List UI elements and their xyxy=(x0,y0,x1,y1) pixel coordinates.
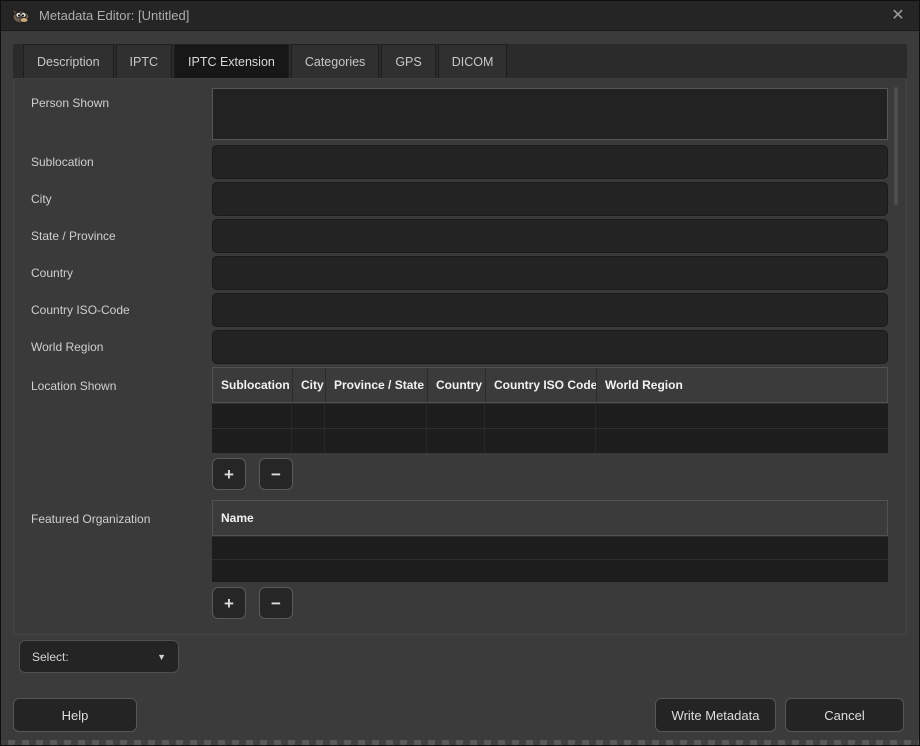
col-city[interactable]: City xyxy=(293,368,326,402)
tab-iptc-extension[interactable]: IPTC Extension xyxy=(174,44,289,78)
person-shown-label: Person Shown xyxy=(14,88,212,140)
state-province-label: State / Province xyxy=(14,219,212,253)
tab-iptc[interactable]: IPTC xyxy=(116,44,172,78)
tab-categories[interactable]: Categories xyxy=(291,44,379,78)
sublocation-row: Sublocation xyxy=(14,145,906,179)
tab-dicom[interactable]: DICOM xyxy=(438,44,508,78)
window-resize-grip[interactable] xyxy=(1,740,919,745)
location-shown-section: Location Shown Sublocation City Province… xyxy=(14,367,906,500)
location-shown-table-body xyxy=(212,403,888,453)
featured-organization-buttons: + − xyxy=(212,587,888,619)
location-shown-buttons: + − xyxy=(212,458,888,490)
featured-organization-table-body xyxy=(212,536,888,582)
country-iso-code-label: Country ISO-Code xyxy=(14,293,212,327)
sublocation-label: Sublocation xyxy=(14,145,212,179)
metadata-editor-dialog: Metadata Editor: [Untitled] ✕ Descriptio… xyxy=(0,0,920,746)
organization-add-button[interactable]: + xyxy=(212,587,246,619)
action-row: Help Write Metadata Cancel xyxy=(13,698,904,732)
featured-organization-table-header: Name xyxy=(212,500,888,536)
location-remove-button[interactable]: − xyxy=(259,458,293,490)
tab-bar: Description IPTC IPTC Extension Categori… xyxy=(13,44,907,78)
featured-organization-label: Featured Organization xyxy=(14,500,212,629)
col-country-iso-code[interactable]: Country ISO Code xyxy=(486,368,597,402)
world-region-label: World Region xyxy=(14,330,212,364)
location-shown-label: Location Shown xyxy=(14,367,212,500)
tab-description[interactable]: Description xyxy=(23,44,114,78)
country-row: Country xyxy=(14,256,906,290)
col-country[interactable]: Country xyxy=(428,368,486,402)
table-row[interactable] xyxy=(212,428,888,453)
iptc-extension-page: Person Shown Sublocation City State / Pr… xyxy=(13,78,907,635)
featured-organization-section: Featured Organization Name + − xyxy=(14,500,906,629)
metadata-notebook: Description IPTC IPTC Extension Categori… xyxy=(13,44,907,635)
tab-gps[interactable]: GPS xyxy=(381,44,435,78)
gimp-wilber-icon xyxy=(11,8,31,24)
sublocation-input[interactable] xyxy=(212,145,888,179)
help-button[interactable]: Help xyxy=(13,698,137,732)
city-label: City xyxy=(14,182,212,216)
col-province-state[interactable]: Province / State xyxy=(326,368,428,402)
location-shown-table: Sublocation City Province / State Countr… xyxy=(212,367,888,453)
select-row: Select: ▼ xyxy=(19,640,919,673)
col-world-region[interactable]: World Region xyxy=(597,368,887,402)
col-sublocation[interactable]: Sublocation xyxy=(213,368,293,402)
table-row[interactable] xyxy=(212,536,888,559)
select-dropdown[interactable]: Select: ▼ xyxy=(19,640,179,673)
country-input[interactable] xyxy=(212,256,888,290)
vertical-scrollbar[interactable] xyxy=(894,87,898,205)
world-region-input[interactable] xyxy=(212,330,888,364)
table-row[interactable] xyxy=(212,403,888,428)
location-add-button[interactable]: + xyxy=(212,458,246,490)
world-region-row: World Region xyxy=(14,330,906,364)
write-metadata-button[interactable]: Write Metadata xyxy=(655,698,776,732)
cancel-button[interactable]: Cancel xyxy=(785,698,904,732)
city-input[interactable] xyxy=(212,182,888,216)
country-iso-code-row: Country ISO-Code xyxy=(14,293,906,327)
country-label: Country xyxy=(14,256,212,290)
person-shown-row: Person Shown xyxy=(14,88,906,140)
country-iso-code-input[interactable] xyxy=(212,293,888,327)
action-spacer xyxy=(137,698,655,732)
titlebar: Metadata Editor: [Untitled] ✕ xyxy=(1,1,919,31)
person-shown-input[interactable] xyxy=(212,88,888,140)
close-icon[interactable]: ✕ xyxy=(887,8,909,24)
city-row: City xyxy=(14,182,906,216)
window-title: Metadata Editor: [Untitled] xyxy=(39,8,189,23)
chevron-down-icon: ▼ xyxy=(157,652,166,662)
state-province-row: State / Province xyxy=(14,219,906,253)
select-dropdown-label: Select: xyxy=(32,650,69,664)
location-shown-table-header: Sublocation City Province / State Countr… xyxy=(212,367,888,403)
featured-organization-table: Name xyxy=(212,500,888,582)
col-name[interactable]: Name xyxy=(213,501,887,535)
state-province-input[interactable] xyxy=(212,219,888,253)
organization-remove-button[interactable]: − xyxy=(259,587,293,619)
table-row[interactable] xyxy=(212,559,888,582)
